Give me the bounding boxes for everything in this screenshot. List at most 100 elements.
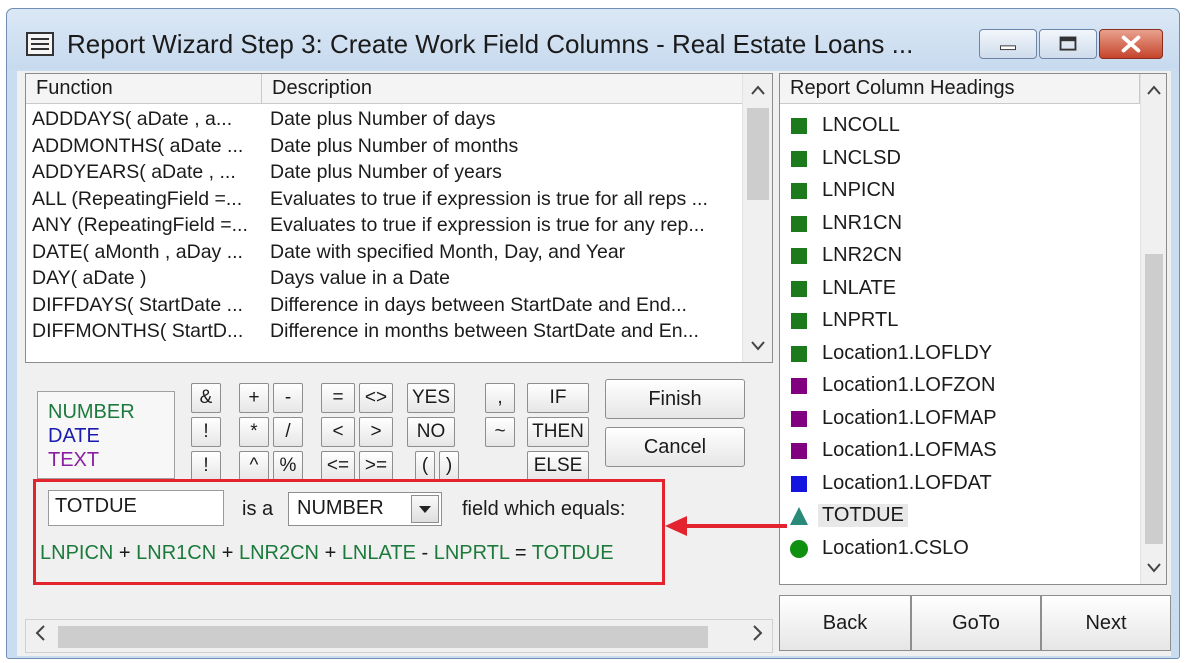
report-column-item[interactable]: Location1.LOFMAS [780, 435, 1140, 468]
operator-divide[interactable]: / [273, 417, 303, 447]
report-column-item[interactable]: LNPICN [780, 175, 1140, 208]
back-button[interactable]: Back [779, 595, 911, 651]
no-button[interactable]: NO [407, 417, 455, 447]
legend-number[interactable]: NUMBER [48, 400, 164, 424]
operator-caret[interactable]: ^ [239, 451, 269, 481]
operator-pipe[interactable]: ! [191, 417, 221, 447]
close-icon [1121, 35, 1141, 53]
square-marker-icon [791, 215, 807, 232]
operator-not-equal[interactable]: <> [359, 383, 393, 413]
formula-expression[interactable]: LNPICN + LNR1CN + LNR2CN + LNLATE - LNPR… [40, 542, 614, 565]
legend-date[interactable]: DATE [48, 424, 164, 448]
function-list-scroll-thumb[interactable] [747, 108, 769, 200]
triangle-marker-icon [790, 507, 808, 525]
report-column-item[interactable]: Location1.LOFZON [780, 370, 1140, 403]
field-type-select[interactable]: NUMBER [288, 492, 442, 526]
report-column-item[interactable]: LNCLSD [780, 143, 1140, 176]
report-column-headings-header[interactable]: Report Column Headings [780, 74, 1140, 104]
report-column-item[interactable]: LNR1CN [780, 208, 1140, 241]
function-row[interactable]: ALL (RepeatingField =... Evaluates to tru… [26, 186, 742, 213]
report-column-item[interactable]: Location1.LOFMAP [780, 403, 1140, 436]
minimize-icon [1000, 45, 1016, 51]
report-column-item[interactable]: LNR2CN [780, 240, 1140, 273]
scroll-down-arrow[interactable] [743, 330, 772, 360]
horizontal-scrollbar[interactable] [25, 619, 773, 653]
function-row[interactable]: DATE( aMonth , aDay ... Date with specifi… [26, 239, 742, 266]
else-button[interactable]: ELSE [527, 451, 589, 481]
function-row[interactable]: DIFFMONTHS( StartD... Difference in month… [26, 318, 742, 345]
horizontal-scroll-thumb[interactable] [58, 626, 708, 648]
operator-greater-than[interactable]: > [359, 417, 393, 447]
report-columns-scroll-thumb[interactable] [1145, 254, 1163, 544]
function-row[interactable]: DAY( aDate ) Days value in a Date [26, 265, 742, 292]
title-bar[interactable]: Report Wizard Step 3: Create Work Field … [7, 9, 1179, 69]
report-column-headings-list[interactable]: Report Column Headings LNCOLL LNCLSD LNPIC… [779, 73, 1167, 585]
operator-right-paren[interactable]: ) [439, 451, 459, 481]
scroll-right-icon[interactable] [752, 624, 764, 648]
scroll-up-arrow[interactable] [1141, 74, 1166, 104]
report-column-item[interactable]: LNPRTL [780, 305, 1140, 338]
finish-button[interactable]: Finish [605, 379, 745, 419]
operator-less-than[interactable]: < [321, 417, 355, 447]
report-column-item[interactable]: LNLATE [780, 273, 1140, 306]
cancel-button[interactable]: Cancel [605, 427, 745, 467]
scroll-up-arrow[interactable] [743, 74, 772, 104]
function-description: Evaluates to true if expression is true … [270, 214, 705, 236]
yes-button[interactable]: YES [407, 383, 455, 413]
operator-left-paren[interactable]: ( [415, 451, 435, 481]
operator-not[interactable]: ! [191, 451, 221, 481]
operator-ampersand[interactable]: & [191, 383, 221, 413]
function-name: ADDDAYS( aDate , a... [32, 108, 233, 130]
minimize-button[interactable] [979, 29, 1037, 59]
column-header-function[interactable]: Function [26, 74, 262, 104]
report-column-label: LNR2CN [822, 244, 903, 266]
report-column-label: LNCOLL [822, 114, 900, 136]
operator-less-equal[interactable]: <= [321, 451, 355, 481]
operator-equals[interactable]: = [321, 383, 355, 413]
formula-field-token: LNPRTL [433, 542, 510, 564]
scroll-left-icon[interactable] [34, 624, 46, 648]
maximize-icon [1059, 36, 1077, 51]
square-marker-icon [791, 443, 807, 459]
operator-plus[interactable]: + [239, 383, 269, 413]
function-row[interactable]: ANY (RepeatingField =... Evaluates to tru… [26, 212, 742, 239]
function-row[interactable]: ADDMONTHS( aDate ... Date plus Number of … [26, 133, 742, 160]
operator-tilde[interactable]: ~ [485, 417, 515, 447]
operator-times[interactable]: * [239, 417, 269, 447]
dropdown-button[interactable] [411, 495, 439, 523]
then-button[interactable]: THEN [527, 417, 589, 447]
operator-greater-equal[interactable]: >= [359, 451, 393, 481]
column-header-description[interactable]: Description [262, 74, 742, 104]
operator-minus[interactable]: - [273, 383, 303, 413]
operator-comma[interactable]: , [485, 383, 515, 413]
legend-text[interactable]: TEXT [48, 448, 164, 472]
formula-field-token: LNR1CN [136, 542, 217, 564]
square-marker-icon [791, 378, 807, 394]
goto-button[interactable]: GoTo [911, 595, 1041, 651]
next-button[interactable]: Next [1041, 595, 1171, 651]
report-column-item[interactable]: Location1.LOFDAT [780, 468, 1140, 501]
report-columns-scrollbar[interactable] [1140, 74, 1166, 584]
scroll-down-arrow[interactable] [1141, 552, 1166, 582]
function-row[interactable]: ADDDAYS( aDate , a... Date plus Number of… [26, 106, 742, 133]
maximize-button[interactable] [1039, 29, 1097, 59]
function-row[interactable]: ADDYEARS( aDate , ... Date plus Number of… [26, 159, 742, 186]
report-wizard-window: Report Wizard Step 3: Create Work Field … [6, 8, 1180, 659]
function-row[interactable]: DIFFDAYS( StartDate ... Difference in day… [26, 292, 742, 319]
operator-percent[interactable]: % [273, 451, 303, 481]
field-name-input[interactable]: TOTDUE [48, 490, 224, 526]
report-column-item[interactable]: Location1.LOFLDY [780, 338, 1140, 371]
report-column-item[interactable]: TOTDUE [780, 500, 1140, 533]
report-column-item[interactable]: Location1.CSLO [780, 533, 1140, 566]
report-column-item[interactable]: LNCOLL [780, 110, 1140, 143]
if-button[interactable]: IF [527, 383, 589, 413]
function-description: Date plus Number of months [270, 134, 519, 157]
square-marker-icon [791, 248, 807, 264]
square-marker-icon [791, 118, 807, 134]
report-icon [26, 32, 54, 56]
chevron-down-icon [1146, 563, 1161, 573]
report-column-label: Location1.LOFMAP [822, 406, 997, 429]
close-button[interactable] [1099, 29, 1163, 59]
function-list-scrollbar[interactable] [742, 74, 772, 362]
function-list[interactable]: Function Description ADDDAYS( aDate , a.… [25, 73, 773, 363]
